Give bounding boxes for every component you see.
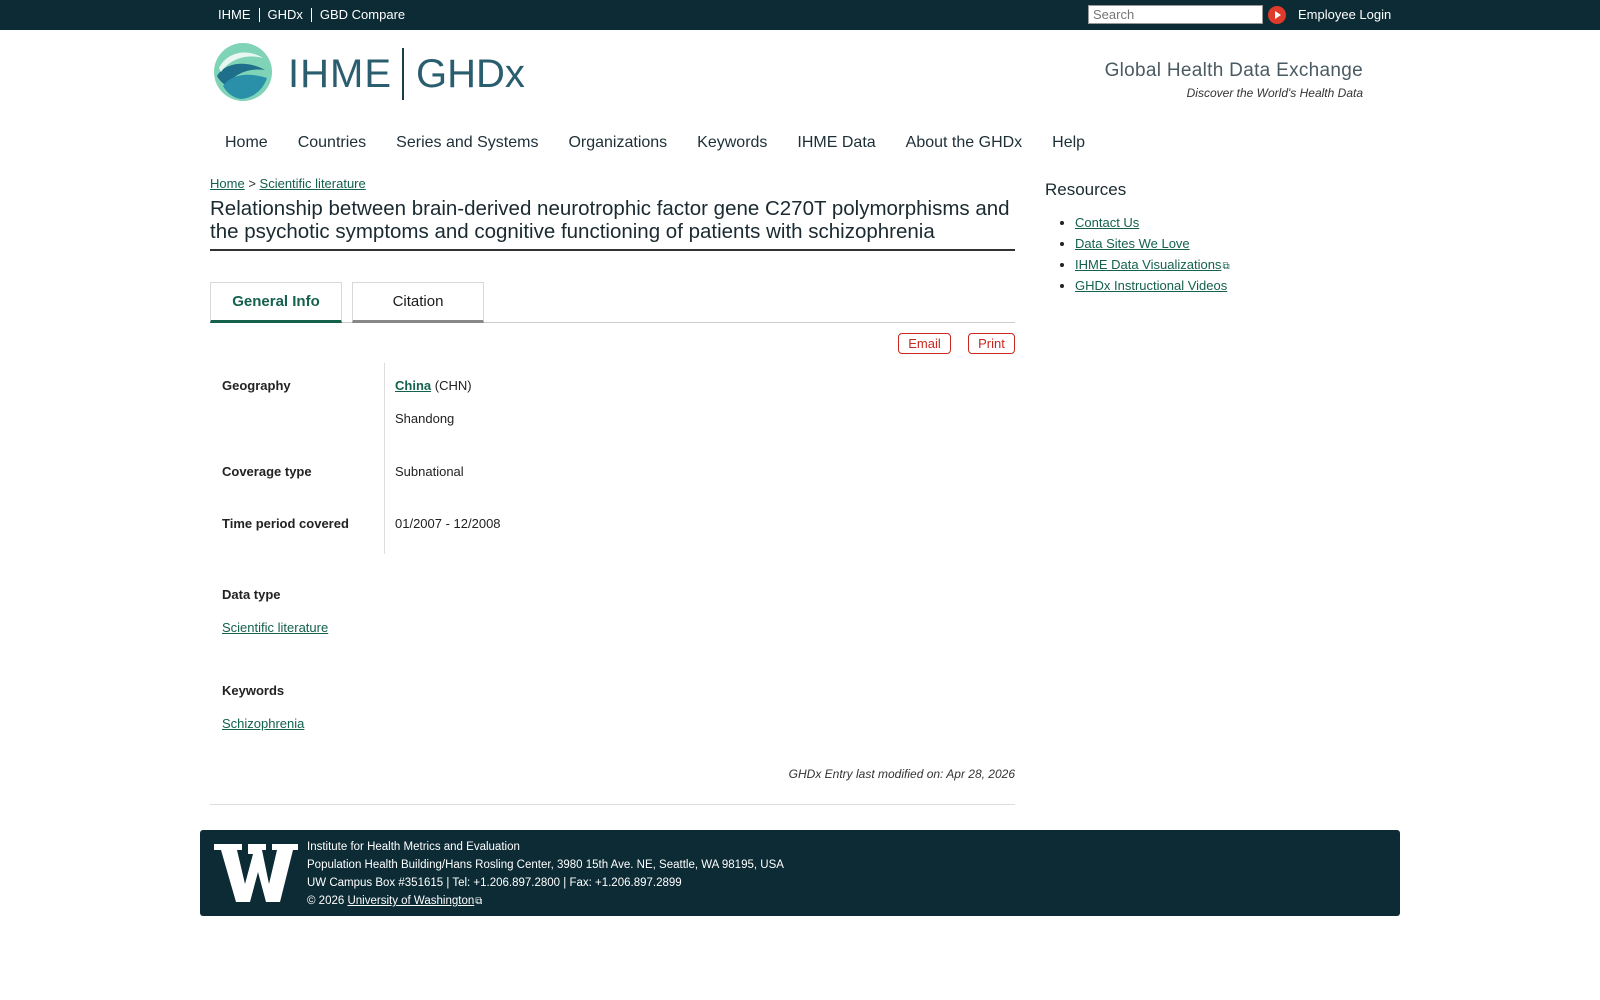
data-type-link[interactable]: Scientific literature bbox=[222, 620, 328, 635]
top-link-gbd-compare[interactable]: GBD Compare bbox=[312, 7, 413, 22]
nav-item-help[interactable]: Help bbox=[1037, 132, 1100, 154]
time-period-value: 01/2007 - 12/2008 bbox=[395, 516, 501, 531]
tab-citation[interactable]: Citation bbox=[352, 282, 484, 323]
breadcrumb: Home > Scientific literature bbox=[210, 176, 366, 191]
list-item: GHDx Instructional Videos bbox=[1075, 275, 1230, 296]
tagline-title: Global Health Data Exchange bbox=[1104, 60, 1363, 81]
time-period-label: Time period covered bbox=[222, 516, 349, 531]
top-nav: IHME GHDx GBD Compare bbox=[210, 7, 413, 22]
logo-ghdx-text: GHDx bbox=[416, 52, 525, 96]
nav-item-countries[interactable]: Countries bbox=[283, 132, 381, 154]
search-submit-icon[interactable] bbox=[1268, 6, 1286, 24]
footer-line-contact: UW Campus Box #351615 | Tel: +1.206.897.… bbox=[307, 877, 682, 889]
resources-title: Resources bbox=[1045, 180, 1127, 199]
nav-item-ihme-data[interactable]: IHME Data bbox=[782, 132, 890, 154]
keywords-label: Keywords bbox=[222, 683, 285, 698]
email-button[interactable]: Email bbox=[898, 333, 951, 354]
top-link-ihme[interactable]: IHME bbox=[210, 7, 259, 22]
footer-line-copyright: © 2026 University of Washington⧉ bbox=[307, 892, 784, 911]
resources-list: Contact Us Data Sites We Love IHME Data … bbox=[1075, 212, 1230, 296]
geography-code: (CHN) bbox=[434, 378, 472, 393]
content-divider bbox=[210, 804, 1015, 805]
search-input[interactable] bbox=[1088, 5, 1263, 24]
coverage-type-label: Coverage type bbox=[222, 464, 312, 479]
resource-link-videos[interactable]: GHDx Instructional Videos bbox=[1075, 278, 1227, 293]
nav-item-keywords[interactable]: Keywords bbox=[682, 132, 782, 154]
nav-item-about[interactable]: About the GHDx bbox=[891, 132, 1038, 154]
geography-value: China (CHN) bbox=[395, 378, 472, 393]
copyright-text: © 2026 bbox=[307, 895, 345, 907]
external-link-icon: ⧉ bbox=[475, 896, 483, 907]
fields-divider bbox=[384, 363, 385, 554]
geography-country-link[interactable]: China bbox=[395, 378, 431, 393]
resource-link-data-sites[interactable]: Data Sites We Love bbox=[1075, 236, 1190, 251]
logo-ihme-text: IHME bbox=[288, 52, 392, 96]
keyword-link[interactable]: Schizophrenia bbox=[222, 716, 304, 731]
list-item: Contact Us bbox=[1075, 212, 1230, 233]
nav-item-organizations[interactable]: Organizations bbox=[553, 132, 682, 154]
geography-label: Geography bbox=[222, 378, 291, 393]
employee-login-link[interactable]: Employee Login bbox=[1298, 7, 1391, 22]
footer-text: Institute for Health Metrics and Evaluat… bbox=[307, 838, 784, 911]
breadcrumb-separator: > bbox=[248, 176, 256, 191]
external-link-icon: ⧉ bbox=[1222, 261, 1230, 272]
uw-link[interactable]: University of Washington bbox=[347, 895, 474, 907]
footer-line-org: Institute for Health Metrics and Evaluat… bbox=[307, 841, 520, 853]
logo-divider bbox=[402, 48, 404, 100]
footer: Institute for Health Metrics and Evaluat… bbox=[200, 830, 1400, 916]
print-button[interactable]: Print bbox=[968, 333, 1015, 354]
geography-region: Shandong bbox=[395, 411, 455, 426]
breadcrumb-current[interactable]: Scientific literature bbox=[260, 176, 366, 191]
footer-line-address: Population Health Building/Hans Rosling … bbox=[307, 859, 784, 871]
breadcrumb-home[interactable]: Home bbox=[210, 176, 245, 191]
resource-link-contact-us[interactable]: Contact Us bbox=[1075, 215, 1139, 230]
last-modified-text: GHDx Entry last modified on: Apr 28, 202… bbox=[788, 767, 1015, 781]
top-link-ghdx[interactable]: GHDx bbox=[260, 7, 311, 22]
coverage-type-value: Subnational bbox=[395, 464, 464, 479]
tab-general-info[interactable]: General Info bbox=[210, 282, 342, 323]
main-nav: Home Countries Series and Systems Organi… bbox=[210, 132, 1100, 154]
tagline-subtitle: Discover the World's Health Data bbox=[1186, 86, 1363, 100]
nav-item-home[interactable]: Home bbox=[210, 132, 283, 154]
tagline: Global Health Data Exchange Discover the… bbox=[1105, 60, 1363, 100]
metadata-fields: Geography China (CHN) Shandong Coverage … bbox=[210, 363, 1015, 554]
page-title: Relationship between brain-derived neuro… bbox=[210, 197, 1015, 251]
uw-w-logo-icon[interactable] bbox=[214, 844, 298, 902]
ihme-logo-icon[interactable] bbox=[213, 42, 273, 102]
resource-link-ihme-viz[interactable]: IHME Data Visualizations bbox=[1075, 257, 1221, 272]
list-item: Data Sites We Love bbox=[1075, 233, 1230, 254]
data-type-label: Data type bbox=[222, 587, 281, 602]
nav-item-series-and-systems[interactable]: Series and Systems bbox=[381, 132, 553, 154]
tab-bar: General Info Citation bbox=[210, 282, 1015, 323]
list-item: IHME Data Visualizations⧉ bbox=[1075, 254, 1230, 275]
top-bar: IHME GHDx GBD Compare Employee Login bbox=[0, 0, 1600, 30]
